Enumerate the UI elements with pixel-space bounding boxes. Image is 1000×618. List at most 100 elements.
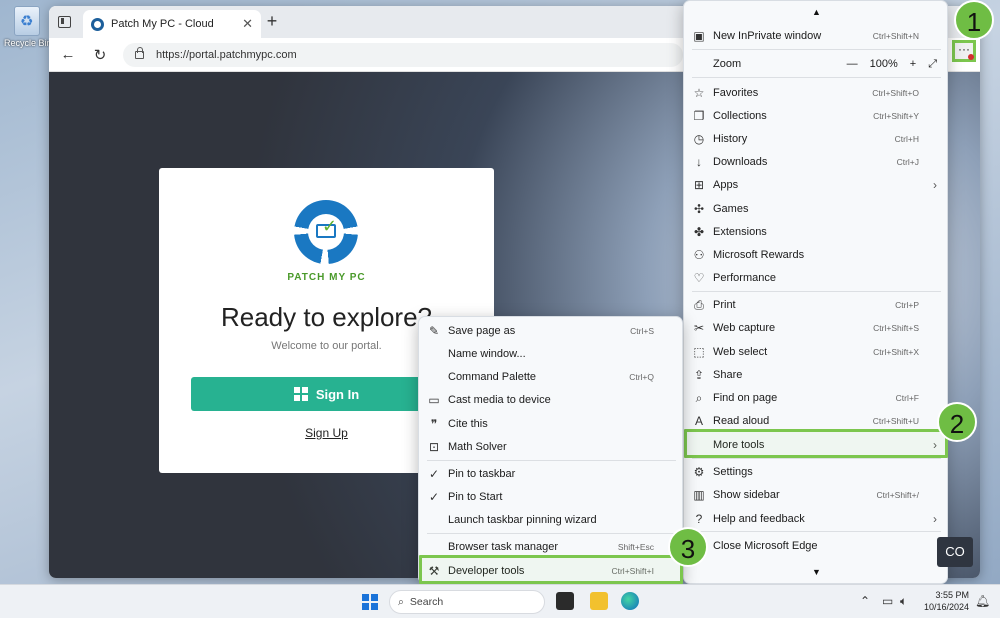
games-controller-icon: ✣ <box>693 202 705 216</box>
gear-icon: ⚙ <box>693 465 705 479</box>
refresh-icon[interactable]: ↻ <box>91 46 109 64</box>
chevron-up-icon[interactable]: ⌃ <box>860 594 870 608</box>
clock[interactable]: 3:55 PM 10/16/2024 <box>924 589 969 613</box>
collections-icon: ❐ <box>693 109 705 123</box>
taskbar-search-placeholder: Search <box>409 596 444 608</box>
step-marker-3: 3 <box>668 527 708 567</box>
menu-item-zoom: Zoom — 100% + ⤢ <box>713 57 937 71</box>
menu-item-performance[interactable]: ♡ Performance <box>684 267 947 289</box>
web-capture-icon: ✂ <box>693 321 705 335</box>
find-magnifier-icon: ⌕ <box>695 390 703 405</box>
menu-item-history[interactable]: ◷ History Ctrl+H <box>684 128 947 150</box>
menu-item-help[interactable]: ? Help and feedback › <box>684 508 947 530</box>
clock-date: 10/16/2024 <box>924 602 970 612</box>
zoom-in-button[interactable]: + <box>910 58 916 70</box>
menu-item-extensions[interactable]: ✤ Extensions <box>684 221 947 243</box>
rewards-medal-icon: ⚇ <box>693 248 705 262</box>
inprivate-icon: ▣ <box>693 29 705 43</box>
sign-in-label: Sign In <box>315 386 360 402</box>
submenu-item-pin-start[interactable]: ✓ Pin to Start <box>419 486 682 508</box>
network-icon[interactable]: ▭ <box>882 594 893 608</box>
notification-bell-icon[interactable]: 🔔︎ <box>975 594 990 608</box>
menu-item-downloads[interactable]: ↓ Downloads Ctrl+J <box>684 151 947 173</box>
submenu-item-math-solver[interactable]: ⊡ Math Solver <box>419 436 682 458</box>
zoom-level: 100% <box>869 58 898 70</box>
edge-main-menu: ▲ ▣ New InPrivate window Ctrl+Shift+N Zo… <box>683 0 948 584</box>
menu-item-share[interactable]: ⇪ Share <box>684 364 947 386</box>
submenu-item-save-page[interactable]: ✎ Save page as Ctrl+S <box>419 320 682 342</box>
download-icon: ↓ <box>696 155 702 169</box>
edge-browser-icon[interactable] <box>621 592 639 610</box>
save-page-icon: ✎ <box>428 324 440 338</box>
submenu-item-pin-wizard[interactable]: Launch taskbar pinning wizard <box>419 509 682 531</box>
patch-my-pc-logo: ✓ <box>294 200 358 264</box>
menu-item-collections[interactable]: ❐ Collections Ctrl+Shift+Y <box>684 105 947 127</box>
tab-patch-my-pc[interactable]: Patch My PC - Cloud ✕ <box>83 10 261 38</box>
web-select-icon: ⬚ <box>693 345 705 359</box>
pin-icon: ✓ <box>428 490 440 504</box>
scroll-up-icon[interactable]: ▲ <box>812 7 821 17</box>
favorites-star-icon: ☆ <box>693 86 705 100</box>
volume-icon[interactable]: 🔈︎ <box>900 594 907 609</box>
task-view-icon[interactable] <box>556 592 574 610</box>
chevron-right-icon: › <box>933 512 937 526</box>
settings-and-more-button[interactable]: ··· <box>952 40 976 62</box>
menu-item-apps[interactable]: ⊞ Apps › <box>684 174 947 196</box>
extensions-puzzle-icon: ✤ <box>693 225 705 239</box>
math-solver-icon: ⊡ <box>428 440 440 454</box>
search-icon: ⌕ <box>398 595 404 608</box>
brand-name: PATCH MY PC <box>287 272 366 283</box>
pin-icon: ✓ <box>428 467 440 481</box>
tab-actions-icon[interactable] <box>58 16 71 28</box>
menu-item-show-sidebar[interactable]: ▥ Show sidebar Ctrl+Shift+/ <box>684 484 947 506</box>
submenu-item-name-window[interactable]: Name window... <box>419 343 682 365</box>
back-arrow-icon[interactable]: ← <box>59 46 77 63</box>
submenu-item-cast-media[interactable]: ▭ Cast media to device <box>419 389 682 411</box>
menu-item-settings[interactable]: ⚙ Settings <box>684 461 947 483</box>
windows-logo-icon <box>293 387 308 401</box>
taskbar-search[interactable]: ⌕ Search <box>389 590 545 614</box>
new-tab-button[interactable]: + <box>262 12 282 32</box>
menu-item-games[interactable]: ✣ Games <box>684 198 947 220</box>
more-tools-submenu: ✎ Save page as Ctrl+S Name window... Com… <box>418 316 683 584</box>
step-marker-2: 2 <box>937 402 977 442</box>
address-input[interactable]: https://portal.patchmypc.com <box>123 43 683 67</box>
file-explorer-icon[interactable] <box>590 592 608 610</box>
menu-item-find-on-page[interactable]: ⌕ Find on page Ctrl+F <box>684 387 947 409</box>
menu-item-close-edge[interactable]: Close Microsoft Edge <box>684 535 947 557</box>
menu-item-web-select[interactable]: ⬚ Web select Ctrl+Shift+X <box>684 341 947 363</box>
menu-item-web-capture[interactable]: ✂ Web capture Ctrl+Shift+S <box>684 317 947 339</box>
help-question-icon: ? <box>695 512 703 526</box>
submenu-item-cite-this[interactable]: ❞ Cite this <box>419 413 682 435</box>
more-tools-highlight <box>684 429 948 458</box>
recycle-bin-label: Recycle Bin <box>4 38 52 48</box>
menu-item-rewards[interactable]: ⚇ Microsoft Rewards <box>684 244 947 266</box>
menu-item-new-inprivate[interactable]: ▣ New InPrivate window Ctrl+Shift+N <box>684 25 947 47</box>
apps-grid-icon: ⊞ <box>693 178 705 192</box>
read-aloud-icon: A <box>694 414 703 428</box>
step-marker-1: 1 <box>954 0 994 40</box>
corner-badge[interactable]: CO <box>937 537 973 567</box>
address-url: https://portal.patchmypc.com <box>156 49 297 61</box>
quote-icon: ❞ <box>430 417 438 431</box>
fullscreen-icon[interactable]: ⤢ <box>928 58 937 71</box>
tab-title: Patch My PC - Cloud <box>111 18 214 30</box>
history-clock-icon: ◷ <box>693 132 705 146</box>
recycle-bin-icon <box>14 6 40 36</box>
scroll-down-icon[interactable]: ▼ <box>812 567 821 577</box>
clock-time: 3:55 PM <box>935 590 970 600</box>
print-icon: ⎙ <box>694 297 704 312</box>
menu-item-print[interactable]: ⎙ Print Ctrl+P <box>684 294 947 316</box>
chevron-right-icon: › <box>933 178 937 192</box>
sidebar-icon: ▥ <box>693 488 705 502</box>
submenu-item-command-palette[interactable]: Command Palette Ctrl+Q <box>419 366 682 388</box>
cast-icon: ▭ <box>428 393 440 407</box>
taskbar: ⌕ Search ⌃ ▭ 🔈︎ 3:55 PM 10/16/2024 🔔︎ <box>0 584 1000 618</box>
menu-item-favorites[interactable]: ☆ Favorites Ctrl+Shift+O <box>684 82 947 104</box>
zoom-out-button[interactable]: — <box>847 58 858 70</box>
recycle-bin-desktop-icon[interactable]: Recycle Bin <box>4 6 52 48</box>
start-button[interactable] <box>362 594 378 610</box>
tab-close-icon[interactable]: ✕ <box>242 16 253 32</box>
performance-heart-icon: ♡ <box>693 271 705 285</box>
submenu-item-pin-taskbar[interactable]: ✓ Pin to taskbar <box>419 463 682 485</box>
